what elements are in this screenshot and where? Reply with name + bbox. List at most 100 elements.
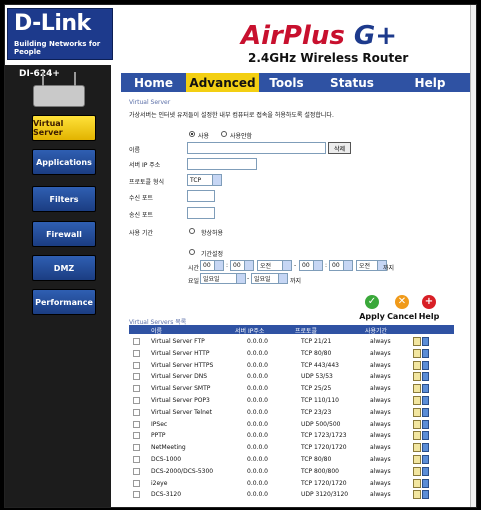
delete-icon[interactable] — [422, 490, 429, 500]
row-checkbox[interactable] — [133, 491, 140, 499]
edit-icon[interactable] — [413, 443, 421, 453]
vertical-scrollbar[interactable] — [470, 5, 476, 507]
until-label-day: 까지 — [290, 278, 302, 285]
row-checkbox[interactable] — [133, 456, 140, 463]
disable-radio[interactable] — [221, 131, 227, 137]
row-checkbox[interactable] — [133, 420, 140, 428]
table-row[interactable]: DCS-3120 0.0.0.0 UDP 3120/3120 always — [129, 489, 454, 501]
delete-icon[interactable] — [422, 360, 429, 370]
delete-icon[interactable] — [422, 372, 429, 382]
table-row[interactable]: DCS-1000 0.0.0.0 TCP 80/80 always — [129, 454, 454, 466]
row-checkbox[interactable] — [133, 479, 140, 487]
delete-icon[interactable] — [422, 407, 429, 417]
table-row[interactable]: PPTP 0.0.0.0 TCP 1723/1723 always — [129, 430, 454, 442]
edit-icon[interactable] — [413, 337, 421, 346]
row-checkbox[interactable] — [133, 432, 140, 440]
tab-home[interactable]: Home — [121, 73, 186, 92]
delete-icon[interactable] — [422, 419, 429, 429]
edit-icon[interactable] — [413, 490, 421, 500]
row-schedule: always — [370, 444, 391, 452]
tab-help[interactable]: Help — [390, 73, 470, 92]
delete-icon[interactable] — [422, 466, 429, 476]
delete-icon[interactable] — [422, 443, 429, 453]
apply-button[interactable]: ✓ Apply — [357, 295, 387, 321]
delete-icon[interactable] — [422, 384, 429, 394]
row-ip: 0.0.0.0 — [247, 408, 268, 416]
help-button[interactable]: + Help — [414, 295, 444, 321]
row-protocol: TCP 1720/1720 — [301, 444, 347, 452]
from-radio[interactable] — [189, 249, 195, 255]
row-checkbox[interactable] — [133, 373, 140, 381]
time-from-ampm-select[interactable]: 오전 — [257, 260, 292, 271]
time-to-hour-select[interactable]: 00 — [299, 260, 323, 271]
row-schedule: always — [370, 432, 391, 440]
table-row[interactable]: Virtual Server HTTP 0.0.0.0 TCP 80/80 alway… — [129, 348, 454, 360]
row-protocol: TCP 80/80 — [301, 456, 332, 463]
sidebar-item-filters[interactable]: Filters — [32, 186, 96, 212]
delete-icon[interactable] — [422, 348, 429, 358]
public-port-input[interactable] — [187, 207, 215, 219]
edit-icon[interactable] — [413, 455, 421, 464]
sidebar-item-dmz[interactable]: DMZ — [32, 255, 96, 281]
row-name: Virtual Server Telnet — [151, 408, 212, 416]
enable-radio[interactable] — [189, 131, 195, 137]
edit-icon[interactable] — [413, 431, 421, 441]
time-to-minute-select[interactable]: 00 — [329, 260, 353, 271]
name-input[interactable] — [187, 142, 326, 154]
row-checkbox[interactable] — [133, 444, 140, 452]
table-row[interactable]: Virtual Server FTP 0.0.0.0 TCP 21/21 always — [129, 336, 454, 348]
time-from-hour-select[interactable]: 00 — [200, 260, 224, 271]
edit-icon[interactable] — [413, 466, 421, 476]
row-checkbox[interactable] — [133, 338, 140, 345]
table-row[interactable]: Virtual Server Telnet 0.0.0.0 TCP 23/23 alw… — [129, 407, 454, 419]
day-to-select[interactable]: 일요일 — [251, 273, 288, 284]
tab-advanced[interactable]: Advanced — [186, 73, 259, 92]
edit-icon[interactable] — [413, 348, 421, 358]
cancel-button[interactable]: ✕ Cancel — [387, 295, 417, 321]
day-from-select[interactable]: 일요일 — [200, 273, 246, 284]
row-checkbox[interactable] — [133, 408, 140, 416]
router-device-icon — [33, 72, 85, 107]
delete-icon[interactable] — [422, 455, 429, 464]
delete-button[interactable]: 삭제 — [328, 142, 351, 154]
row-checkbox[interactable] — [133, 385, 140, 393]
delete-icon[interactable] — [422, 337, 429, 346]
delete-icon[interactable] — [422, 431, 429, 441]
table-row[interactable]: DCS-2000/DCS-5300 0.0.0.0 TCP 800/800 alway… — [129, 466, 454, 478]
private-port-input[interactable] — [187, 190, 215, 202]
table-row[interactable]: Virtual Server HTTPS 0.0.0.0 TCP 443/443 al… — [129, 360, 454, 372]
row-schedule: always — [370, 373, 391, 381]
delete-icon[interactable] — [422, 478, 429, 488]
tab-status[interactable]: Status — [314, 73, 390, 92]
column-schedule: 사용기간 — [365, 328, 388, 335]
row-checkbox[interactable] — [133, 467, 140, 475]
sidebar-item-performance[interactable]: Performance — [32, 289, 96, 315]
protocol-select[interactable]: TCP — [187, 174, 222, 186]
edit-icon[interactable] — [413, 407, 421, 417]
column-protocol: 프로토콜 — [295, 328, 318, 335]
tab-tools[interactable]: Tools — [259, 73, 314, 92]
table-row[interactable]: Virtual Server POP3 0.0.0.0 TCP 110/110 alw… — [129, 395, 454, 407]
edit-icon[interactable] — [413, 384, 421, 394]
row-checkbox[interactable] — [133, 397, 140, 404]
row-checkbox[interactable] — [133, 361, 140, 369]
sidebar-item-virtual-server[interactable]: Virtual Server — [32, 115, 96, 141]
edit-icon[interactable] — [413, 419, 421, 429]
sidebar-item-firewall[interactable]: Firewall — [32, 221, 96, 247]
edit-icon[interactable] — [413, 372, 421, 382]
table-row[interactable]: Virtual Server SMTP 0.0.0.0 TCP 25/25 alway… — [129, 383, 454, 395]
edit-icon[interactable] — [413, 478, 421, 488]
edit-icon[interactable] — [413, 360, 421, 370]
delete-icon[interactable] — [422, 396, 429, 405]
time-from-minute-select[interactable]: 00 — [230, 260, 254, 271]
table-row[interactable]: NetMeeting 0.0.0.0 TCP 1720/1720 always — [129, 442, 454, 454]
sidebar-item-applications[interactable]: Applications — [32, 149, 96, 175]
always-radio[interactable] — [189, 228, 195, 234]
table-row[interactable]: i2eye 0.0.0.0 TCP 1720/1720 always — [129, 478, 454, 490]
row-checkbox[interactable] — [133, 349, 140, 357]
table-row[interactable]: Virtual Server DNS 0.0.0.0 UDP 53/53 always — [129, 371, 454, 383]
edit-icon[interactable] — [413, 396, 421, 405]
private-ip-input[interactable] — [187, 158, 257, 170]
content-panel: Virtual Server 가상서버는 인터넷 유저들이 설정한 내부 컴퓨터… — [121, 92, 470, 507]
table-row[interactable]: IPSec 0.0.0.0 UDP 500/500 always — [129, 419, 454, 431]
